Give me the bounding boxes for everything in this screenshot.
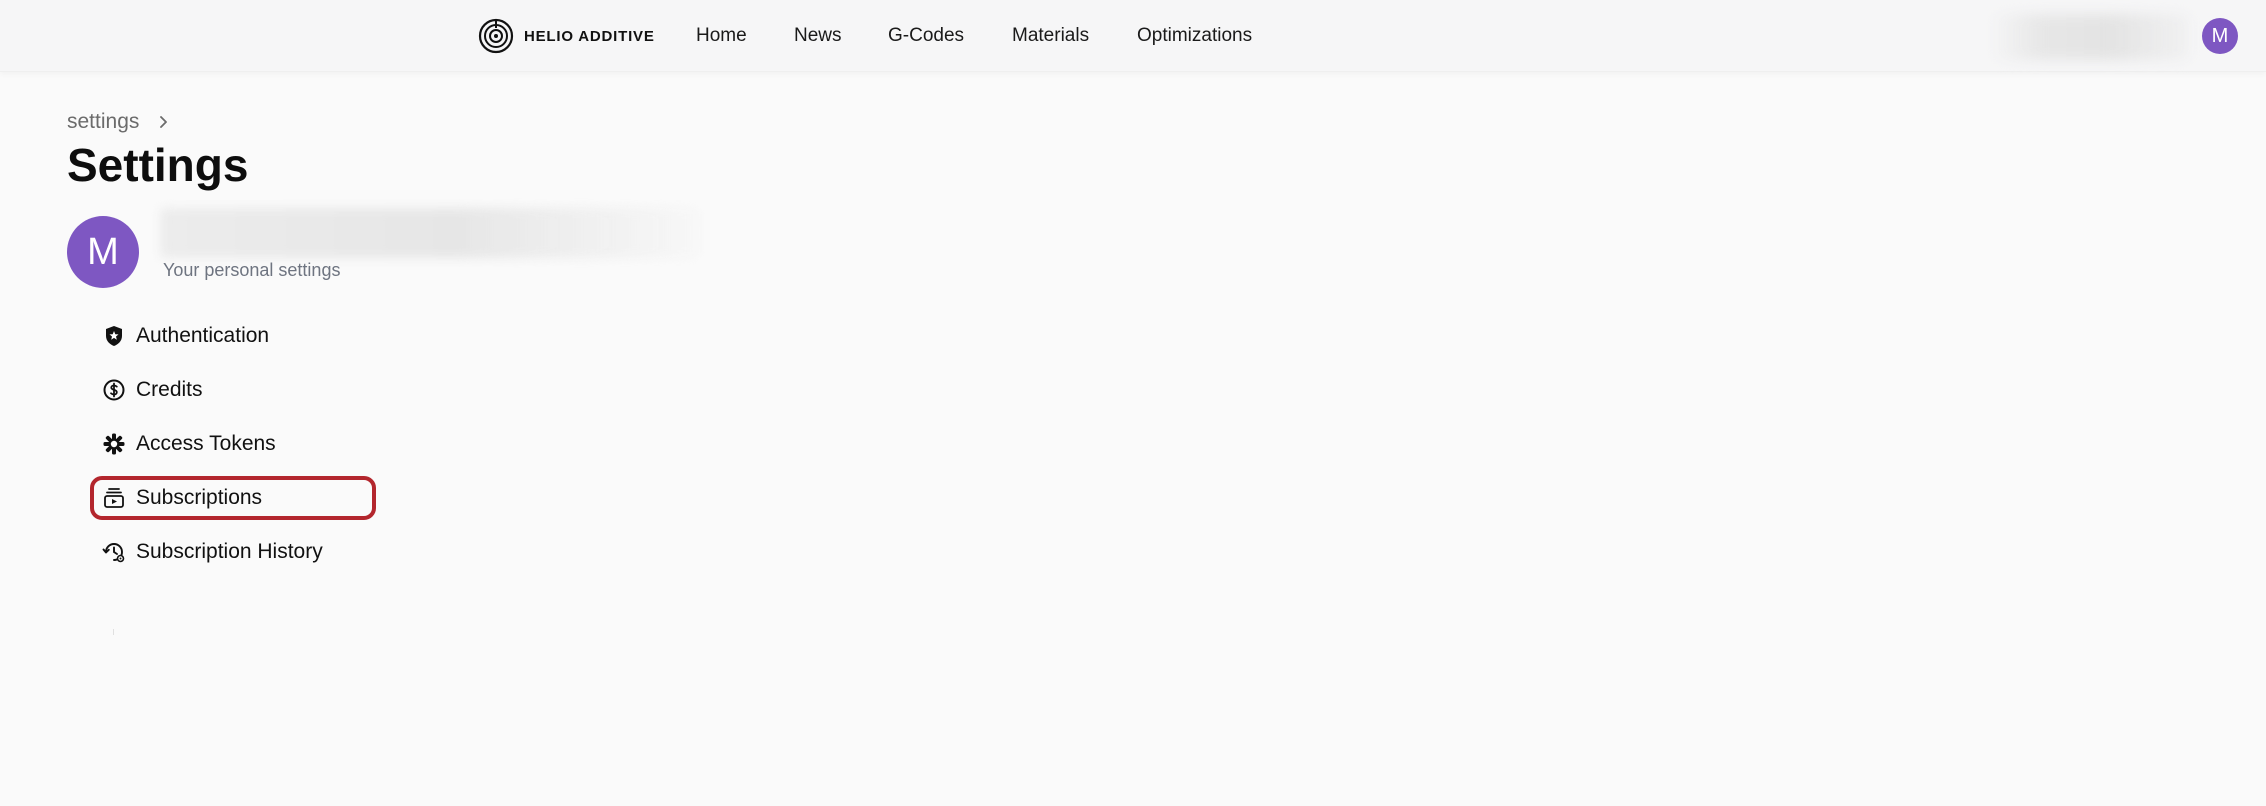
menu-label: Subscription History [136, 540, 323, 563]
profile-subtitle: Your personal settings [163, 260, 341, 280]
nav-g-codes[interactable]: G-Codes [888, 24, 964, 48]
menu-label: Subscriptions [136, 486, 263, 509]
breadcrumb: settings [67, 110, 171, 134]
menu-item-subscriptions[interactable]: Subscriptions [90, 476, 376, 520]
menu-label: Authentication [136, 324, 270, 347]
breadcrumb-settings[interactable]: settings [67, 110, 139, 134]
history-icon [102, 540, 126, 564]
nav-optimizations[interactable]: Optimizations [1137, 24, 1252, 48]
menu-label: Credits [136, 378, 203, 401]
page-title: Settings [67, 139, 249, 191]
brand-logo[interactable]: HELIO ADDITIVE [478, 18, 655, 54]
brand-name: HELIO ADDITIVE [524, 27, 655, 45]
menu-item-subscription-history[interactable]: Subscription History [90, 530, 376, 574]
nav-home[interactable]: Home [696, 24, 747, 48]
redacted-profile-name [160, 208, 700, 258]
nav-materials[interactable]: Materials [1012, 24, 1089, 48]
redacted-user-name [1990, 14, 2190, 60]
helio-logo-icon [478, 18, 514, 54]
menu-item-access-tokens[interactable]: Access Tokens [90, 422, 376, 466]
nav-news[interactable]: News [794, 24, 842, 48]
user-avatar-button[interactable]: M [2202, 18, 2238, 54]
menu-item-authentication[interactable]: Authentication [90, 314, 376, 358]
asterisk-gear-icon [102, 432, 126, 456]
menu-label: Access Tokens [136, 432, 276, 455]
chevron-right-icon [160, 116, 168, 128]
profile-avatar: M [67, 216, 139, 288]
dollar-coin-icon [102, 378, 126, 402]
top-navigation-bar: HELIO ADDITIVE Home News G-Codes Materia… [0, 0, 2266, 72]
divider-mark [113, 629, 114, 635]
menu-item-credits[interactable]: Credits [90, 368, 376, 412]
shield-star-icon [102, 324, 126, 348]
subscriptions-icon [102, 486, 126, 510]
